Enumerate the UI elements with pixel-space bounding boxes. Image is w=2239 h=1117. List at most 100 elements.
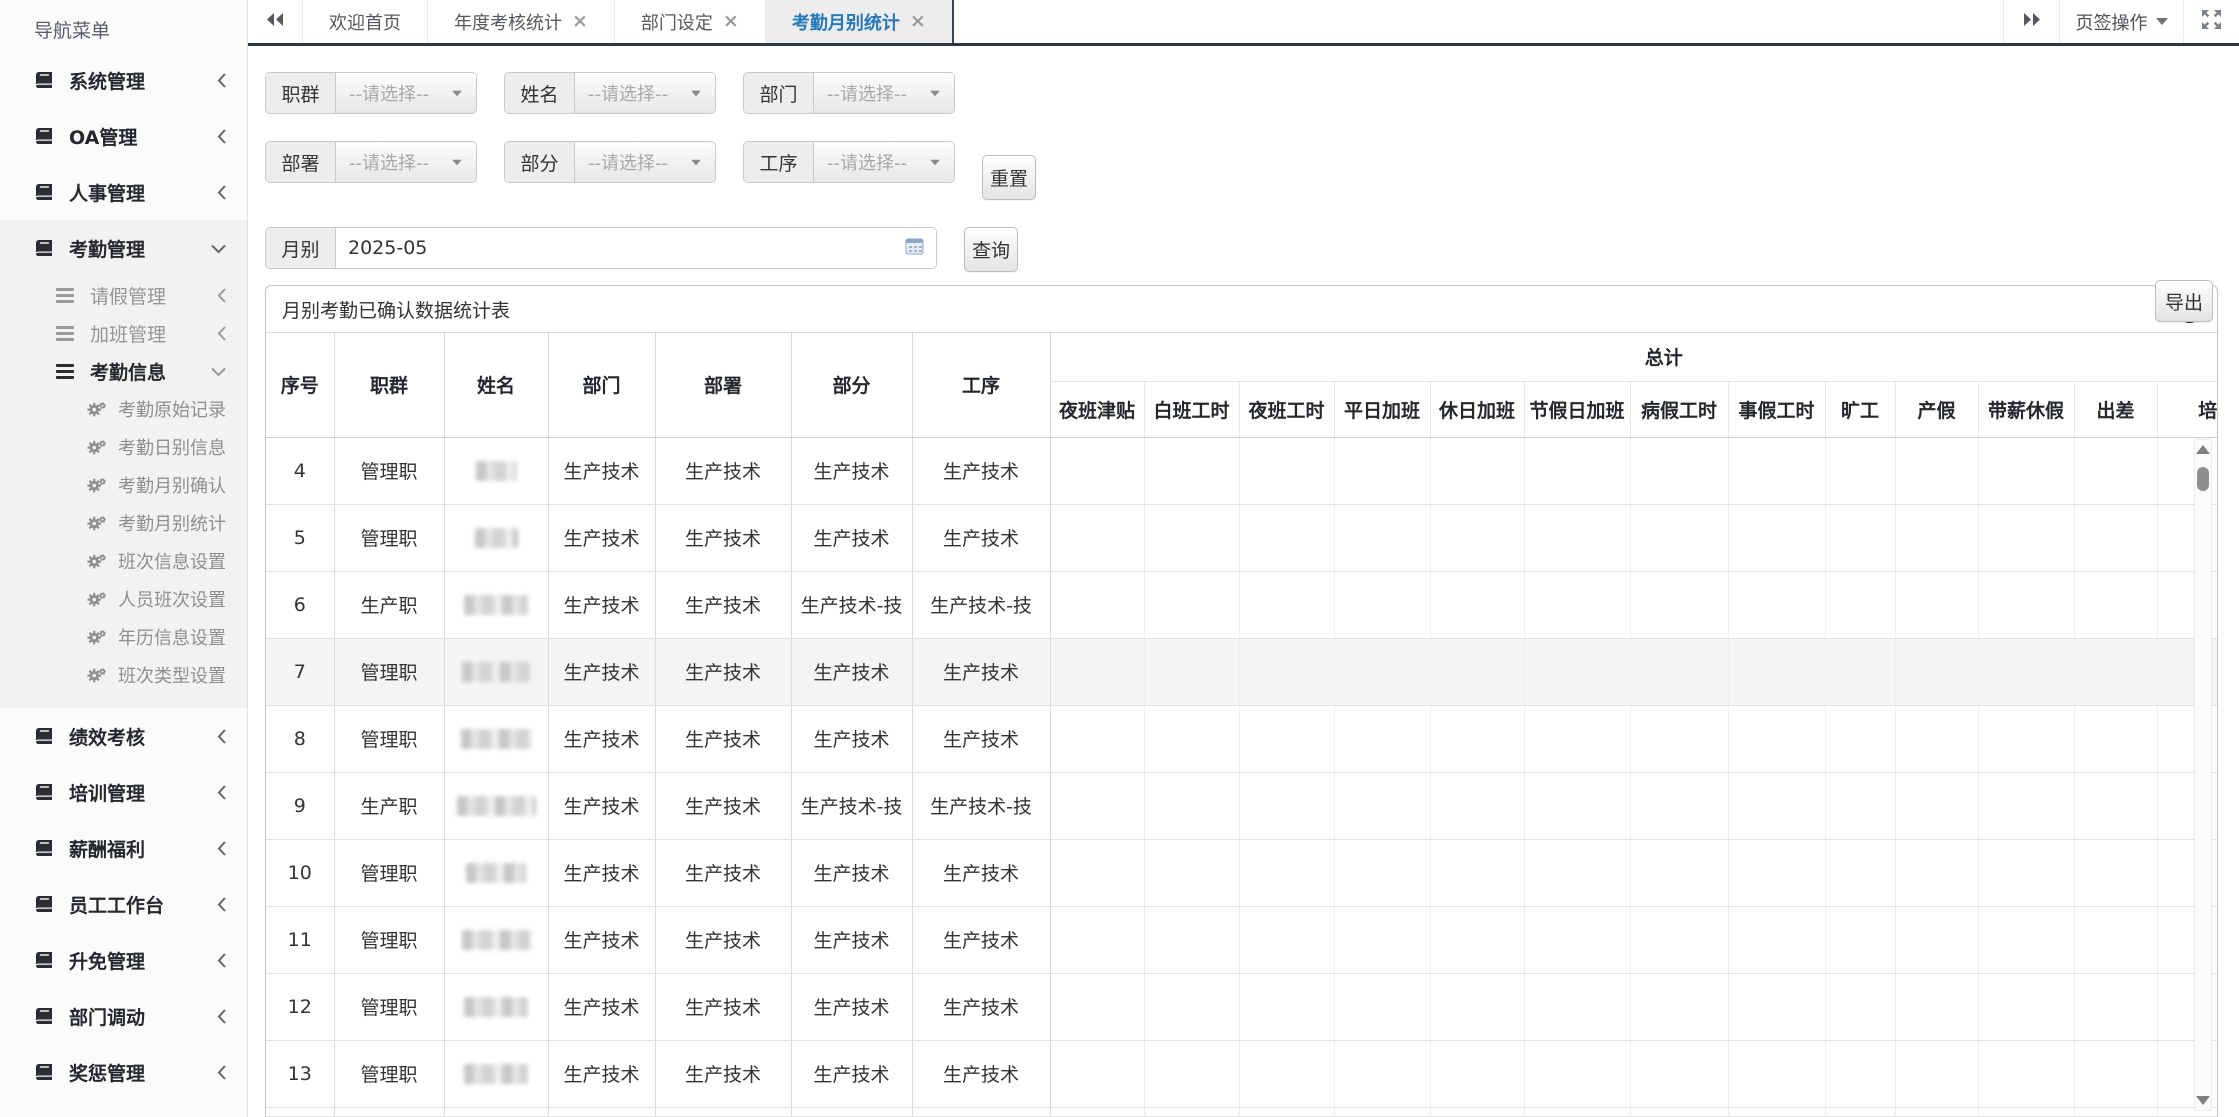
- sidebar-subitem[interactable]: 请假管理: [0, 276, 247, 314]
- tab-年度考核统计[interactable]: 年度考核统计 ×: [428, 0, 615, 43]
- vertical-scrollbar-thumb[interactable]: [2197, 467, 2209, 491]
- tab-部门设定[interactable]: 部门设定 ×: [615, 0, 766, 43]
- value-cell: [1728, 839, 1825, 906]
- sidebar-item[interactable]: 培训管理: [0, 764, 247, 820]
- table-row[interactable]: 12管理职生产技术生产技术生产技术生产技术: [266, 973, 2217, 1040]
- sub-column-header: 出差: [2074, 381, 2157, 437]
- tabs-scroll-right-button[interactable]: [2003, 0, 2059, 43]
- scroll-down-arrow-icon[interactable]: [2196, 1096, 2210, 1105]
- tab-label: 欢迎首页: [329, 9, 401, 35]
- tab-欢迎首页[interactable]: 欢迎首页: [302, 0, 428, 43]
- vertical-scrollbar[interactable]: [2194, 439, 2212, 1111]
- close-icon[interactable]: ×: [572, 12, 588, 31]
- value-cell: [1144, 973, 1239, 1040]
- value-cell: [1430, 973, 1524, 1040]
- filter-select[interactable]: --请选择--: [575, 73, 715, 113]
- table-cell: 生产技术: [791, 1040, 912, 1107]
- export-button[interactable]: 导出: [2155, 280, 2213, 322]
- value-cell: [1144, 906, 1239, 973]
- value-cell: [1144, 705, 1239, 772]
- value-cell: [1728, 906, 1825, 973]
- value-cell: [1895, 504, 1978, 571]
- table-row[interactable]: 8管理职生产技术生产技术生产技术生产技术: [266, 705, 2217, 772]
- fullscreen-toggle-button[interactable]: [2183, 0, 2239, 43]
- sidebar-item[interactable]: 系统管理: [0, 52, 247, 108]
- sidebar-item[interactable]: 奖惩管理: [0, 1044, 247, 1100]
- table-row[interactable]: 5管理职生产技术生产技术生产技术生产技术: [266, 504, 2217, 571]
- close-icon[interactable]: ×: [910, 12, 926, 31]
- sidebar-leaf-label: 考勤原始记录: [118, 396, 227, 422]
- table-cell: 11: [266, 906, 334, 973]
- filter-select[interactable]: --请选择--: [575, 142, 715, 182]
- sidebar-subitem[interactable]: 加班管理: [0, 314, 247, 352]
- value-cell: [1895, 437, 1978, 504]
- tab-label: 年度考核统计: [454, 9, 562, 35]
- sidebar-leaf-item[interactable]: 班次信息设置: [0, 542, 247, 580]
- employee-name-redacted: [444, 705, 548, 772]
- table-row[interactable]: 9生产职生产技术生产技术生产技术-技生产技术-技: [266, 772, 2217, 839]
- reset-button[interactable]: 重置: [982, 155, 1036, 200]
- tabs-scroll-left-button[interactable]: [248, 0, 302, 43]
- sidebar-item-label: 员工工作台: [69, 891, 216, 918]
- filter-select[interactable]: --请选择--: [336, 73, 476, 113]
- table-cell: 管理职: [334, 638, 444, 705]
- sidebar-item-label: 绩效考核: [69, 723, 216, 750]
- sidebar-subitem[interactable]: 考勤信息: [0, 352, 247, 390]
- gears-icon: [86, 477, 106, 493]
- table-row[interactable]: 11管理职生产技术生产技术生产技术生产技术: [266, 906, 2217, 973]
- chevron-left-icon: [216, 840, 227, 857]
- table-row[interactable]: 13管理职生产技术生产技术生产技术生产技术: [266, 1040, 2217, 1107]
- filter-group-部署: 部署--请选择--: [265, 141, 477, 183]
- filter-select[interactable]: --请选择--: [814, 73, 954, 113]
- table-row[interactable]: 6生产职生产技术生产技术生产技术-技生产技术-技: [266, 571, 2217, 638]
- sidebar-leaf-item[interactable]: 班次类型设置: [0, 656, 247, 694]
- tab-operations-dropdown[interactable]: 页签操作: [2059, 0, 2183, 43]
- close-icon[interactable]: ×: [723, 12, 739, 31]
- table-cell: 10: [266, 839, 334, 906]
- sidebar-leaf-label: 考勤月别确认: [118, 472, 227, 498]
- tab-label: 部门设定: [641, 9, 713, 35]
- sidebar-item[interactable]: 薪酬福利: [0, 820, 247, 876]
- table-cell: 生产技术: [912, 705, 1050, 772]
- value-cell: [1334, 772, 1430, 839]
- value-cell: [1630, 638, 1728, 705]
- value-cell: [1825, 772, 1895, 839]
- chevron-down-icon: [691, 90, 701, 96]
- query-button[interactable]: 查询: [964, 227, 1018, 272]
- sidebar-item[interactable]: 人事管理: [0, 164, 247, 220]
- tab-考勤月别统计[interactable]: 考勤月别统计×: [766, 0, 954, 43]
- sidebar-item[interactable]: 考勤管理: [0, 220, 247, 276]
- calendar-icon[interactable]: [905, 237, 924, 259]
- filter-select[interactable]: --请选择--: [336, 142, 476, 182]
- sidebar-item[interactable]: 绩效考核: [0, 708, 247, 764]
- sidebar-leaf-item[interactable]: 年历信息设置: [0, 618, 247, 656]
- sidebar-leaf-item[interactable]: 考勤日别信息: [0, 428, 247, 466]
- table-row[interactable]: 10管理职生产技术生产技术生产技术生产技术: [266, 839, 2217, 906]
- table-row[interactable]: 4管理职生产技术生产技术生产技术生产技术: [266, 437, 2217, 504]
- chevron-down-icon: [691, 159, 701, 165]
- month-input[interactable]: 2025-05: [336, 228, 936, 268]
- table-row[interactable]: 7管理职生产技术生产技术生产技术生产技术: [266, 638, 2217, 705]
- sidebar-leaf-item[interactable]: 人员班次设置: [0, 580, 247, 618]
- sidebar-item[interactable]: OA管理: [0, 108, 247, 164]
- sidebar-leaf-item[interactable]: 考勤月别确认: [0, 466, 247, 504]
- table-cell: [1630, 1107, 1728, 1116]
- sidebar-leaf-item[interactable]: 考勤原始记录: [0, 390, 247, 428]
- sidebar-item-label: 薪酬福利: [69, 835, 216, 862]
- sidebar-subitem-label: 加班管理: [90, 320, 216, 347]
- value-cell: [1334, 973, 1430, 1040]
- filter-select[interactable]: --请选择--: [814, 142, 954, 182]
- sidebar-item[interactable]: 部门调动: [0, 988, 247, 1044]
- sidebar-item[interactable]: 升免管理: [0, 932, 247, 988]
- sidebar-leaf-item[interactable]: 考勤月别统计: [0, 504, 247, 542]
- attendance-monthly-table: 序号职群姓名部门部署部分工序总计夜班津贴白班工时夜班工时平日加班休日加班节假日加…: [266, 333, 2217, 1116]
- scroll-up-arrow-icon[interactable]: [2196, 445, 2210, 454]
- sidebar-item[interactable]: 员工工作台: [0, 876, 247, 932]
- value-cell: [1728, 772, 1825, 839]
- table-cell: 生产技术: [791, 437, 912, 504]
- filter-group-职群: 职群--请选择--: [265, 72, 477, 114]
- sub-column-header: 夜班工时: [1239, 381, 1334, 437]
- table-cell: 生产技术: [548, 638, 655, 705]
- table-cell: 生产技术: [655, 772, 791, 839]
- value-cell: [1630, 839, 1728, 906]
